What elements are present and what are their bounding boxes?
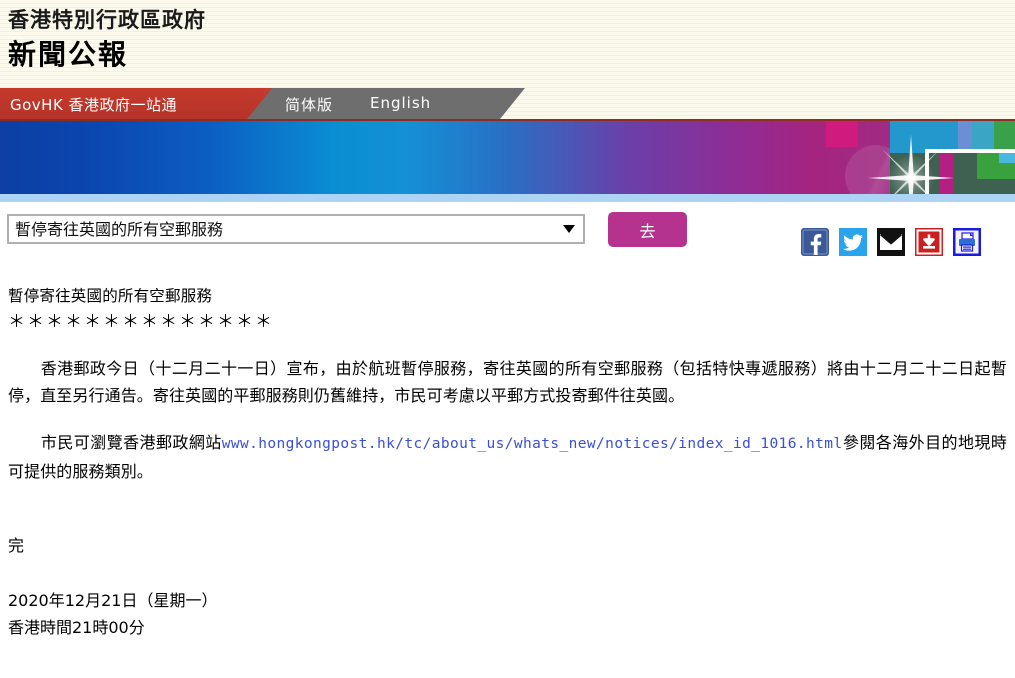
article-time: 香港時間21時00分 xyxy=(8,618,145,637)
article-body: 暫停寄往英國的所有空郵服務 ＊＊＊＊＊＊＊＊＊＊＊＊＊＊ 香港郵政今日（十二月二… xyxy=(0,283,1015,641)
news-select-value: 暫停寄往英國的所有空郵服務 xyxy=(15,220,224,239)
social-share-row xyxy=(801,228,981,256)
go-button[interactable]: 去 xyxy=(608,212,687,247)
article-date: 2020年12月21日（星期一） xyxy=(8,591,218,610)
chevron-down-icon xyxy=(563,225,575,233)
nav-link-english[interactable]: English xyxy=(370,94,431,112)
article-headline: 暫停寄往英國的所有空郵服務 xyxy=(8,287,213,305)
nav-link-govhk[interactable]: GovHK 香港政府一站通 xyxy=(10,94,177,115)
government-name: 香港特別行政區政府 xyxy=(8,8,206,32)
article-paragraph-2: 市民可瀏覽香港郵政網站www.hongkongpost.hk/tc/about_… xyxy=(0,429,1015,485)
news-select[interactable]: 暫停寄往英國的所有空郵服務 xyxy=(7,214,585,244)
email-icon[interactable] xyxy=(877,228,905,256)
top-navigation-bar: GovHK 香港政府一站通 简体版 English xyxy=(0,88,1015,119)
decorative-banner xyxy=(0,119,1015,202)
sparkle-star-icon xyxy=(867,134,955,194)
masthead: 香港特別行政區政府 新聞公報 xyxy=(0,0,1015,88)
facebook-icon[interactable] xyxy=(801,228,829,256)
article-paragraph-1: 香港郵政今日（十二月二十一日）宣布，由於航班暫停服務，寄往英國的所有空郵服務（包… xyxy=(8,359,1007,405)
banner-bottom-rule xyxy=(0,194,1015,202)
print-icon[interactable] xyxy=(953,228,981,256)
banner-magenta-square xyxy=(826,121,858,147)
paragraph-2-prefix: 市民可瀏覽香港郵政網站 xyxy=(8,433,222,452)
hongkongpost-link[interactable]: www.hongkongpost.hk/tc/about_us/whats_ne… xyxy=(222,436,843,452)
banner-top-rule xyxy=(0,119,1015,121)
article-star-separator: ＊＊＊＊＊＊＊＊＊＊＊＊＊＊ xyxy=(8,312,274,332)
download-icon[interactable] xyxy=(915,228,943,256)
banner-gradient xyxy=(0,121,1015,194)
nav-link-simplified-chinese[interactable]: 简体版 xyxy=(285,94,333,115)
page-title: 新聞公報 xyxy=(8,38,129,71)
article-end-mark: 完 xyxy=(8,536,25,555)
twitter-icon[interactable] xyxy=(839,228,867,256)
